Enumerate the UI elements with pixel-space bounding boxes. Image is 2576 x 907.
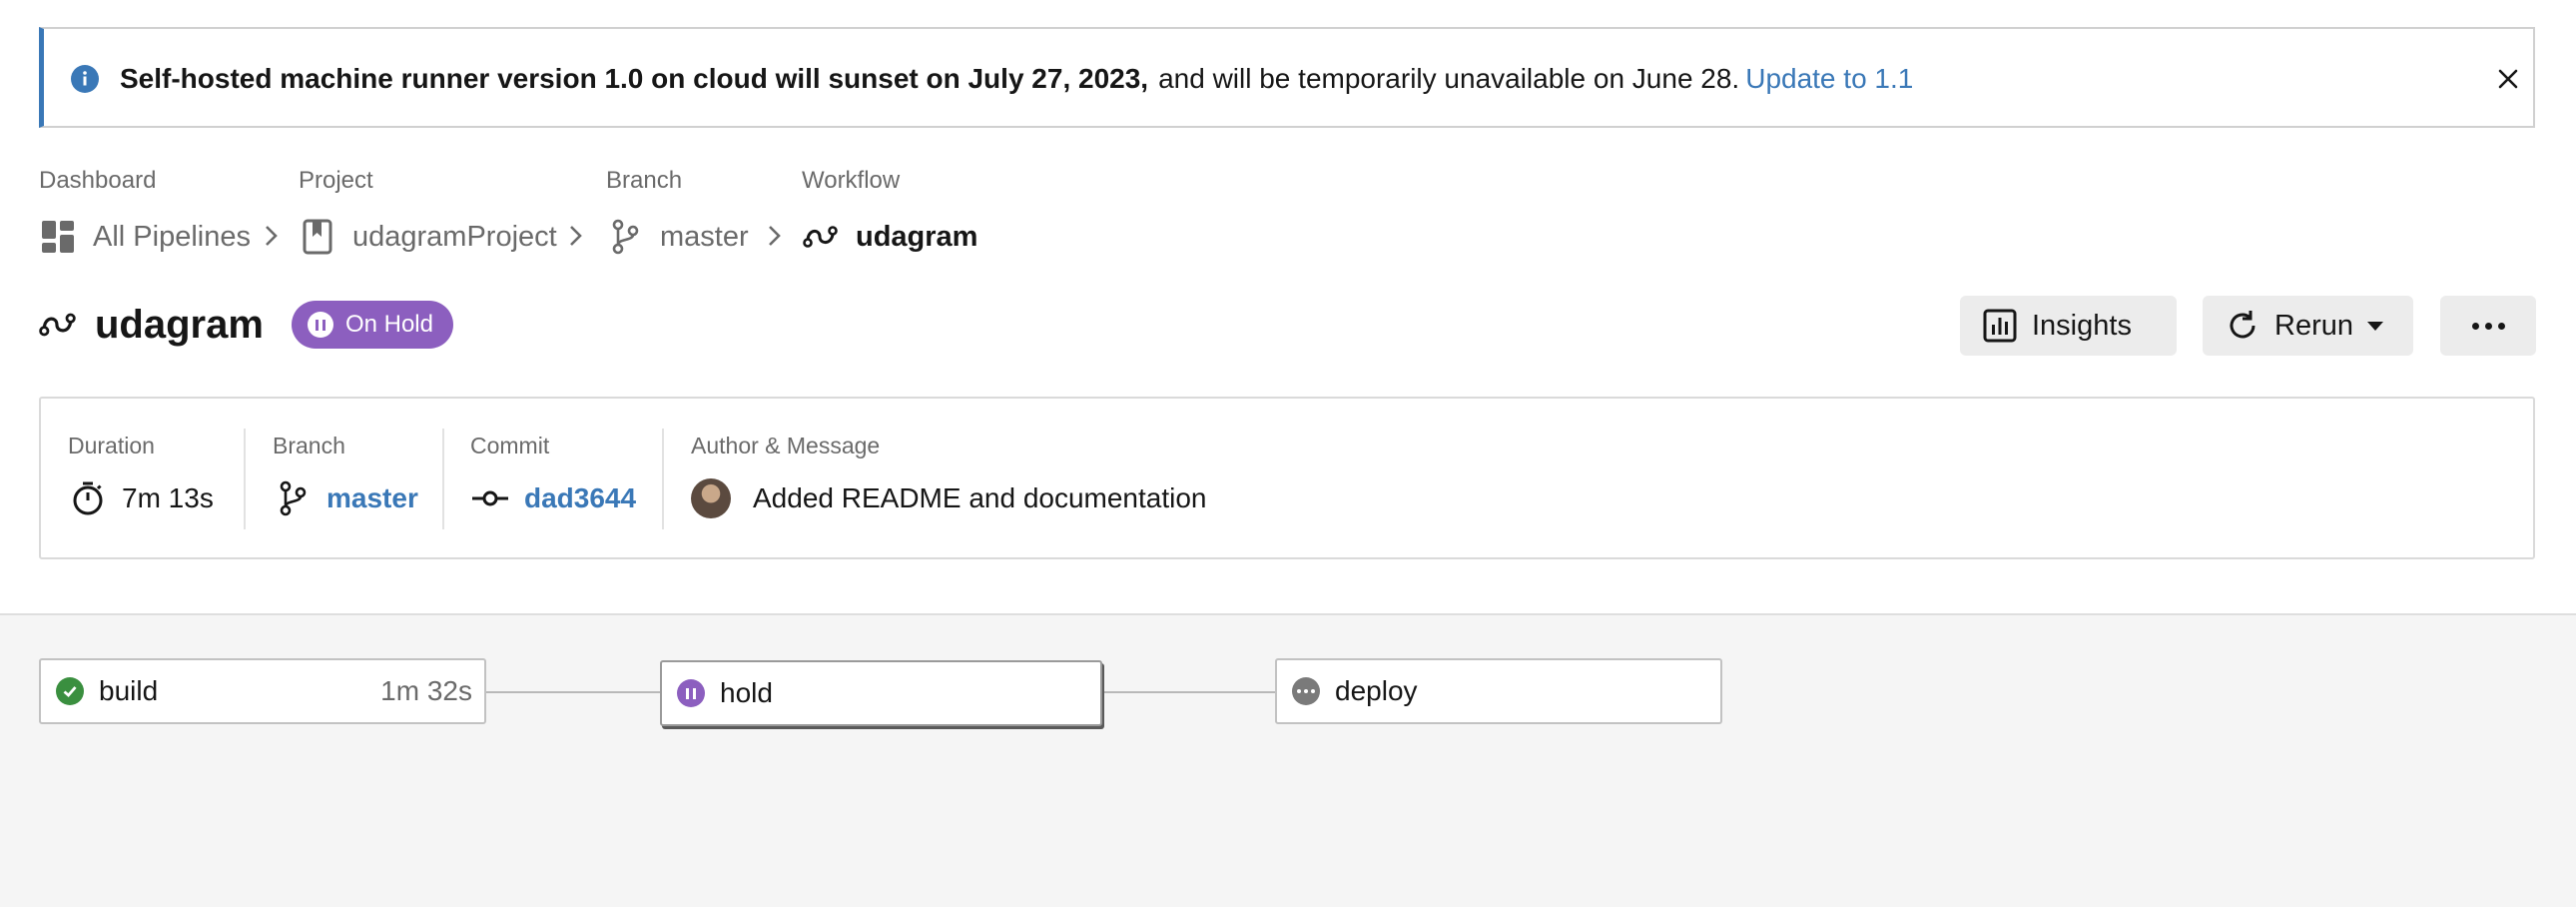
branch-icon bbox=[606, 218, 644, 256]
breadcrumb-dashboard[interactable]: Dashboard All Pipelines bbox=[39, 165, 251, 257]
branch-icon bbox=[273, 478, 313, 518]
breadcrumb-label: Dashboard bbox=[39, 167, 157, 194]
bookmark-icon bbox=[299, 218, 336, 256]
commit-label: Commit bbox=[470, 433, 550, 458]
job-name: deploy bbox=[1335, 675, 1418, 706]
refresh-icon bbox=[2225, 308, 2260, 344]
job-name: hold bbox=[720, 677, 773, 708]
dashboard-icon bbox=[39, 218, 77, 256]
breadcrumb-value: udagram bbox=[856, 220, 978, 253]
insights-icon bbox=[1982, 308, 2018, 344]
breadcrumb-value: All Pipelines bbox=[93, 220, 251, 253]
job-connector bbox=[486, 691, 660, 693]
job-deploy[interactable]: deploy bbox=[1275, 658, 1722, 724]
avatar bbox=[691, 478, 731, 518]
commit-link[interactable]: dad3644 bbox=[524, 482, 636, 514]
job-build[interactable]: build 1m 32s bbox=[39, 658, 486, 724]
more-options-button[interactable] bbox=[2440, 296, 2536, 356]
workflow-summary: Duration 7m 13s Branch master Commit dad… bbox=[39, 397, 2535, 559]
pause-icon bbox=[677, 679, 705, 707]
banner-bold-text: Self-hosted machine runner version 1.0 o… bbox=[120, 63, 1149, 94]
commit-message: Added README and documentation bbox=[753, 482, 1207, 513]
success-icon bbox=[56, 677, 84, 705]
duration-label: Duration bbox=[68, 433, 155, 458]
breadcrumb-workflow[interactable]: Workflow udagram bbox=[802, 165, 977, 257]
job-duration: 1m 32s bbox=[380, 675, 472, 706]
banner-rest-text: and will be temporarily unavailable on J… bbox=[1158, 63, 1740, 94]
pause-icon bbox=[307, 312, 333, 338]
workflow-graph: build 1m 32s hold deploy bbox=[0, 613, 2576, 907]
status-badge: On Hold bbox=[291, 301, 453, 349]
job-name: build bbox=[99, 675, 159, 706]
branch-link[interactable]: master bbox=[326, 482, 418, 514]
breadcrumb-project[interactable]: Project udagramProject bbox=[299, 165, 557, 257]
duration-value: 7m 13s bbox=[122, 482, 214, 513]
blocked-icon bbox=[1292, 677, 1320, 705]
breadcrumb-label: Branch bbox=[606, 167, 683, 194]
caret-down-icon bbox=[2367, 321, 2383, 331]
workflow-icon bbox=[39, 305, 79, 345]
more-icon bbox=[2471, 322, 2479, 330]
banner-message: Self-hosted machine runner version 1.0 o… bbox=[120, 61, 1913, 97]
page-title: udagram bbox=[95, 302, 264, 347]
page-header: udagram On Hold bbox=[39, 295, 453, 355]
insights-button-label: Insights bbox=[2032, 309, 2132, 342]
workflow-icon bbox=[802, 218, 840, 256]
insights-button[interactable]: Insights bbox=[1960, 296, 2177, 356]
rerun-button-label: Rerun bbox=[2274, 309, 2353, 342]
chevron-right-icon bbox=[570, 226, 582, 246]
job-hold[interactable]: hold bbox=[660, 660, 1102, 726]
status-badge-label: On Hold bbox=[344, 311, 433, 338]
breadcrumb-value: master bbox=[660, 220, 749, 253]
breadcrumb-value: udagramProject bbox=[352, 220, 557, 253]
commit-icon bbox=[470, 478, 510, 518]
job-connector bbox=[1102, 691, 1275, 693]
chevron-right-icon bbox=[769, 226, 781, 246]
update-link[interactable]: Update to 1.1 bbox=[1745, 63, 1913, 94]
author-label: Author & Message bbox=[691, 433, 881, 458]
chevron-right-icon bbox=[266, 226, 278, 246]
info-icon bbox=[70, 64, 100, 94]
announcement-banner: Self-hosted machine runner version 1.0 o… bbox=[39, 27, 2535, 128]
close-icon[interactable] bbox=[2490, 61, 2526, 97]
breadcrumb-label: Project bbox=[299, 167, 373, 194]
rerun-button[interactable]: Rerun bbox=[2203, 296, 2413, 356]
breadcrumb-label: Workflow bbox=[802, 167, 901, 194]
branch-label: Branch bbox=[273, 433, 345, 458]
breadcrumb-branch[interactable]: Branch master bbox=[606, 165, 749, 257]
stopwatch-icon bbox=[68, 478, 108, 518]
